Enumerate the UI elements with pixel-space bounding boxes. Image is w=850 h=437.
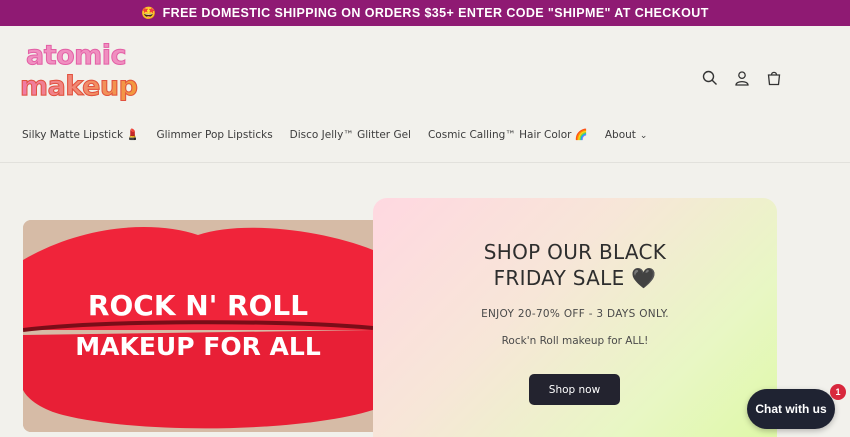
hero-title-text: SHOP OUR BLACK FRIDAY SALE 🖤 (483, 240, 667, 290)
announcement-text: FREE DOMESTIC SHIPPING ON ORDERS $35+ EN… (162, 6, 709, 20)
account-icon[interactable] (732, 68, 752, 88)
shop-now-button[interactable]: Shop now (529, 374, 620, 405)
lips-text-line-2: MAKEUP FOR ALL (75, 332, 321, 361)
announcement-bar: 🤩 FREE DOMESTIC SHIPPING ON ORDERS $35+ … (0, 0, 850, 26)
nav-disco-jelly-glitter-gel[interactable]: Disco Jelly™ Glitter Gel (290, 129, 411, 141)
lips-text-line-1: ROCK N' ROLL (88, 289, 308, 322)
nav-silky-matte-lipstick[interactable]: Silky Matte Lipstick 💄 (22, 128, 139, 141)
logo-line-1: atomic (26, 40, 128, 71)
main-nav: Silky Matte Lipstick 💄 Glimmer Pop Lipst… (22, 128, 664, 142)
hero-subtitle: ENJOY 20-70% OFF - 3 DAYS ONLY. (481, 308, 669, 320)
nav-glimmer-pop-lipsticks[interactable]: Glimmer Pop Lipsticks (156, 129, 272, 141)
hero-tagline: Rock'n Roll makeup for ALL! (501, 335, 649, 347)
search-icon[interactable] (700, 68, 720, 88)
header-icons (700, 68, 784, 88)
nav-about-label: About (604, 128, 636, 141)
chat-notification-badge: 1 (830, 384, 846, 400)
logo-line-2: makeup (20, 71, 139, 102)
hero-lips-image: ROCK N' ROLL MAKEUP FOR ALL (23, 220, 373, 432)
nav-cosmic-calling-hair-color[interactable]: Cosmic Calling™ Hair Color 🌈 (428, 128, 588, 141)
hero-promo-card: SHOP OUR BLACK FRIDAY SALE 🖤 ENJOY 20-70… (373, 198, 777, 437)
hero-title: SHOP OUR BLACK FRIDAY SALE 🖤 (373, 239, 777, 291)
nav-about[interactable]: About ⌄ (605, 129, 648, 141)
header-divider (0, 162, 850, 163)
chevron-down-icon: ⌄ (639, 130, 648, 141)
chat-with-us-button[interactable]: Chat with us (747, 389, 835, 429)
brand-logo[interactable]: atomic makeup (20, 40, 139, 114)
star-struck-emoji: 🤩 (141, 6, 157, 20)
cart-icon[interactable] (764, 68, 784, 88)
